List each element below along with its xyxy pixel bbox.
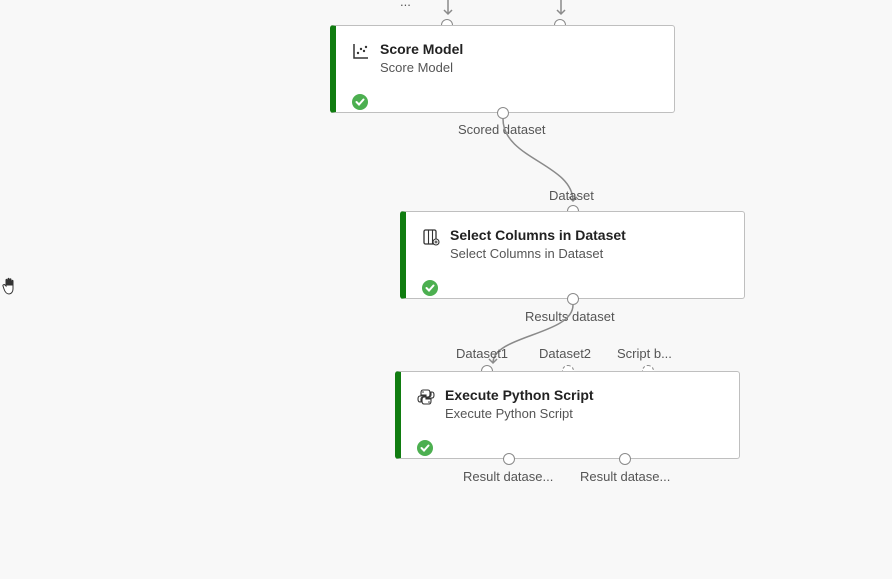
- port-label-script-bundle: Script b...: [617, 346, 672, 361]
- port-label-trained-model: ...: [400, 0, 411, 9]
- columns-icon: [422, 228, 440, 246]
- scatter-chart-icon: [352, 42, 370, 60]
- success-check-icon: [422, 280, 438, 296]
- port-label-result-dataset1: Result datase...: [463, 469, 553, 484]
- success-check-icon: [417, 440, 433, 456]
- node-header: Execute Python Script Execute Python Scr…: [417, 386, 723, 422]
- hand-cursor-icon: [0, 276, 20, 303]
- port-label-result-dataset2: Result datase...: [580, 469, 670, 484]
- node-execute-python[interactable]: Execute Python Script Execute Python Scr…: [395, 371, 740, 459]
- port-label-dataset2: Dataset2: [539, 346, 591, 361]
- node-subtitle: Score Model: [380, 59, 463, 77]
- node-subtitle: Execute Python Script: [445, 405, 594, 423]
- node-subtitle: Select Columns in Dataset: [450, 245, 626, 263]
- port-output-result-dataset1[interactable]: [503, 453, 515, 465]
- port-output-results-dataset[interactable]: [567, 293, 579, 305]
- pipeline-canvas[interactable]: ... Score Model Score Model: [0, 0, 892, 579]
- port-output-scored-dataset[interactable]: [497, 107, 509, 119]
- port-label-dataset1: Dataset1: [456, 346, 508, 361]
- port-output-result-dataset2[interactable]: [619, 453, 631, 465]
- node-title: Execute Python Script: [445, 386, 594, 405]
- edge-into-score-1: [441, 0, 455, 20]
- node-header: Select Columns in Dataset Select Columns…: [422, 226, 728, 262]
- node-header: Score Model Score Model: [352, 40, 658, 76]
- node-select-columns[interactable]: Select Columns in Dataset Select Columns…: [400, 211, 745, 299]
- node-score-model[interactable]: Score Model Score Model: [330, 25, 675, 113]
- edge-into-score-2: [554, 0, 568, 20]
- python-icon: [417, 388, 435, 406]
- node-title: Score Model: [380, 40, 463, 59]
- success-check-icon: [352, 94, 368, 110]
- node-title: Select Columns in Dataset: [450, 226, 626, 245]
- port-label-dataset: Dataset: [549, 188, 594, 203]
